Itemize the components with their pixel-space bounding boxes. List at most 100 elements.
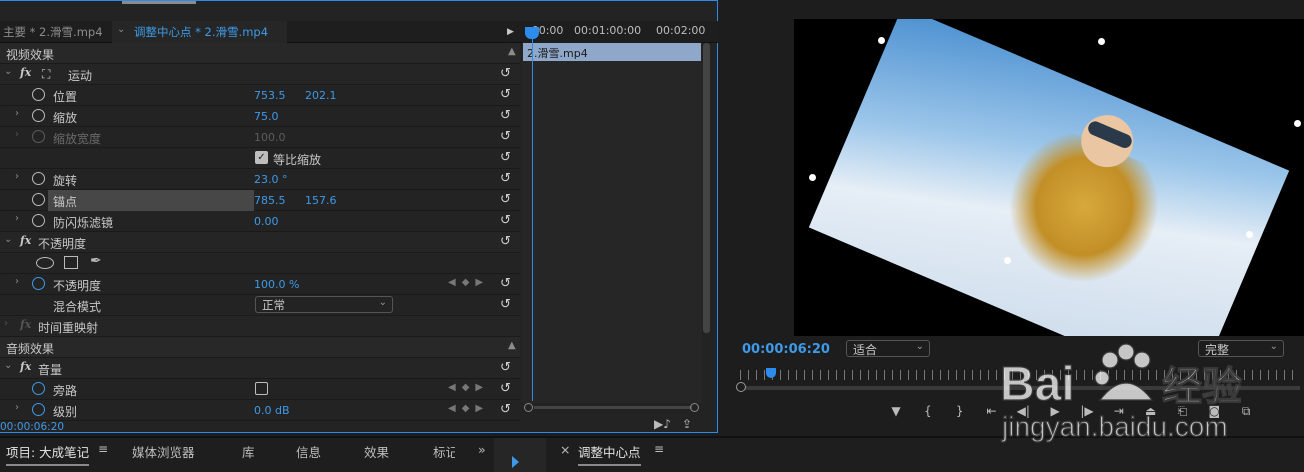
compare-icon[interactable]: ⧉: [1232, 404, 1260, 419]
bypass-row[interactable]: 旁路 ◀◆▶ ↺: [0, 379, 520, 400]
stopwatch-icon[interactable]: [32, 277, 45, 290]
extract-icon[interactable]: ⎗: [1168, 404, 1196, 419]
transform-handle[interactable]: [1098, 38, 1105, 45]
uniform-scale-checkbox[interactable]: ✓: [255, 151, 268, 164]
tab-media-browser[interactable]: 媒体浏览器: [132, 442, 195, 461]
antiflicker-row[interactable]: › 防闪烁滤镜 0.00 ↺: [0, 211, 520, 232]
antiflicker-value[interactable]: 0.00: [254, 215, 279, 228]
reset-icon[interactable]: ↺: [500, 276, 511, 291]
position-x-value[interactable]: 753.5: [254, 89, 286, 102]
position-row[interactable]: 位置 753.5 202.1 ↺: [0, 85, 520, 106]
video-frame[interactable]: [794, 19, 1304, 336]
vertical-scrollbar[interactable]: [703, 43, 710, 333]
monitor-playhead[interactable]: [766, 368, 776, 378]
blend-mode-dropdown[interactable]: 正常 ⌄: [255, 296, 393, 313]
twirl-open-icon[interactable]: ⌄: [4, 234, 12, 245]
anchor-point-row[interactable]: 锚点 785.5 157.6 ↺: [0, 190, 520, 211]
opacity-value[interactable]: 100.0 %: [254, 278, 299, 291]
scale-row[interactable]: › 缩放 75.0 ↺: [0, 106, 520, 127]
close-icon[interactable]: ×: [560, 442, 570, 457]
program-timecode[interactable]: 00:00:06:20: [742, 342, 830, 357]
reset-icon[interactable]: ↺: [500, 171, 511, 186]
hamburger-menu-icon[interactable]: ≡: [98, 442, 108, 456]
transform-handle[interactable]: [809, 174, 816, 181]
transform-icon[interactable]: ⛶: [42, 67, 50, 82]
reset-icon[interactable]: ↺: [500, 297, 511, 312]
pen-mask-icon[interactable]: ✒: [90, 253, 102, 269]
scale-value[interactable]: 75.0: [254, 110, 279, 123]
mark-out-icon[interactable]: }: [946, 404, 974, 418]
step-forward-icon[interactable]: |▶: [1073, 404, 1101, 418]
go-to-in-icon[interactable]: ⇤: [977, 404, 1005, 418]
twirl-open-icon[interactable]: ⌄: [4, 66, 12, 77]
master-clip-tab[interactable]: 主要 * 2.滑雪.mp4: [3, 24, 103, 40]
reset-icon[interactable]: ↺: [500, 213, 511, 228]
playback-quality-dropdown[interactable]: 完整 ⌄: [1198, 340, 1284, 357]
reset-icon[interactable]: ↺: [500, 108, 511, 123]
add-marker-icon[interactable]: ▼: [882, 404, 910, 418]
zoom-bar-handle[interactable]: [736, 382, 746, 392]
scroll-track[interactable]: [534, 406, 692, 409]
selection-tool-icon[interactable]: [512, 456, 519, 468]
stopwatch-icon[interactable]: [32, 382, 45, 395]
tab-library[interactable]: 库: [242, 442, 255, 461]
play-triangle-icon[interactable]: ▶: [507, 27, 514, 37]
keyframe-area[interactable]: [522, 61, 702, 403]
stopwatch-icon[interactable]: [32, 193, 45, 206]
collapse-up-icon[interactable]: ▲: [508, 46, 516, 57]
stopwatch-icon[interactable]: [32, 88, 45, 101]
stopwatch-icon[interactable]: [32, 172, 45, 185]
playhead-handle[interactable]: [525, 27, 539, 39]
tab-sequence[interactable]: 调整中心点: [578, 442, 641, 466]
twirl-closed-icon[interactable]: ›: [15, 276, 19, 287]
export-icon[interactable]: ⇪: [682, 417, 692, 431]
more-tabs-icon[interactable]: »: [478, 442, 486, 457]
fx-icon[interactable]: fx: [20, 66, 31, 79]
horizontal-zoom-scrollbar[interactable]: [524, 403, 702, 412]
reset-icon[interactable]: ↺: [500, 360, 511, 375]
timeline-ruler[interactable]: :00:00 00:01:00:00 00:02:00: [522, 21, 705, 43]
step-back-icon[interactable]: ◀|: [1009, 404, 1037, 418]
anchor-x-value[interactable]: 785.5: [254, 194, 286, 207]
go-to-out-icon[interactable]: ⇥: [1105, 404, 1133, 418]
stopwatch-icon[interactable]: [32, 214, 45, 227]
reset-icon[interactable]: ↺: [500, 66, 511, 81]
transform-handle[interactable]: [1004, 257, 1011, 264]
reset-icon[interactable]: ↺: [500, 381, 511, 396]
ellipse-mask-icon[interactable]: [36, 257, 54, 269]
blend-mode-row[interactable]: 混合模式 正常 ⌄ ↺: [0, 295, 520, 316]
zoom-fit-dropdown[interactable]: 适合 ⌄: [846, 340, 930, 357]
monitor-time-ruler[interactable]: [740, 370, 1300, 380]
monitor-zoom-bar[interactable]: [736, 382, 1300, 392]
tab-info[interactable]: 信息: [296, 442, 321, 461]
transform-handle[interactable]: [878, 37, 885, 44]
rectangle-mask-icon[interactable]: [64, 256, 78, 269]
twirl-closed-icon[interactable]: ›: [15, 171, 19, 182]
reset-icon[interactable]: ↺: [500, 192, 511, 207]
anchor-y-value[interactable]: 157.6: [305, 194, 337, 207]
collapse-up-icon[interactable]: ▲: [508, 340, 516, 351]
opacity-group-row[interactable]: ⌄ fx 不透明度 ↺: [0, 232, 520, 253]
rotation-value[interactable]: 23.0 °: [254, 173, 288, 186]
twirl-closed-icon[interactable]: ›: [15, 213, 19, 224]
twirl-closed-icon[interactable]: ›: [4, 318, 8, 329]
export-frame-icon[interactable]: ◙: [1200, 404, 1228, 418]
mark-in-icon[interactable]: {: [914, 404, 942, 418]
stopwatch-icon[interactable]: [32, 109, 45, 122]
sequence-clip-tab[interactable]: ⌄ 调整中心点 * 2.滑雪.mp4: [112, 21, 287, 43]
lift-icon[interactable]: ⏏: [1137, 404, 1165, 418]
reset-icon[interactable]: ↺: [500, 234, 511, 249]
reset-icon[interactable]: ↺: [500, 87, 511, 102]
play-icon[interactable]: ▶: [1041, 404, 1069, 418]
tab-project[interactable]: 项目: 大成笔记: [6, 442, 90, 466]
effect-controls-timecode[interactable]: 00:00:06:20: [0, 421, 64, 433]
uniform-scale-row[interactable]: ✓ 等比缩放 ↺: [0, 148, 520, 169]
transform-handle[interactable]: [1294, 120, 1301, 127]
time-remap-row[interactable]: › fx 时间重映射: [0, 316, 520, 337]
keyframe-nav-icon[interactable]: ◀◆▶: [448, 382, 489, 393]
tab-markers[interactable]: 标记: [433, 442, 455, 461]
fx-icon[interactable]: fx: [20, 360, 31, 373]
opacity-row[interactable]: › 不透明度 100.0 % ◀◆▶ ↺: [0, 274, 520, 295]
chevron-down-icon[interactable]: ⌄: [117, 24, 125, 35]
fx-icon[interactable]: fx: [20, 234, 31, 247]
